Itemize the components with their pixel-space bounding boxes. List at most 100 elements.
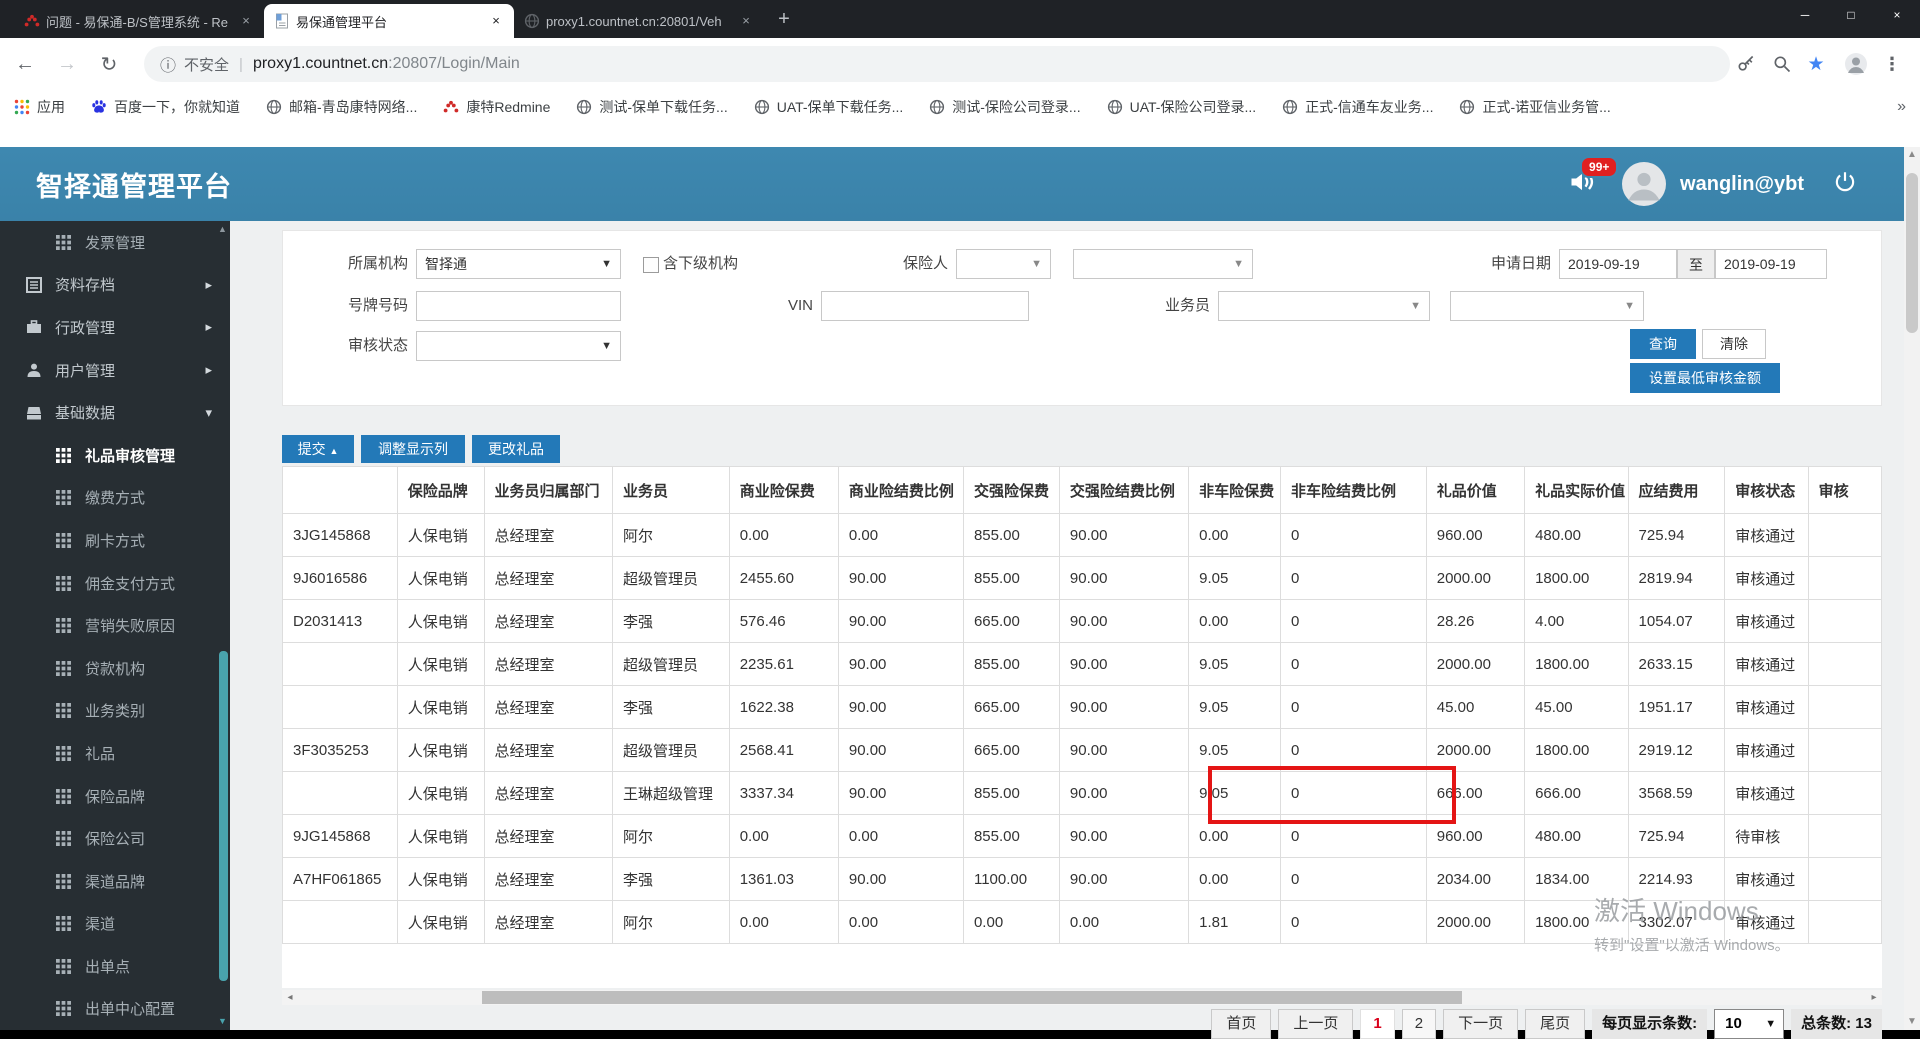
sidebar-item-保险品牌[interactable]: 保险品牌 [0,775,230,818]
table-row-3[interactable]: 人保电销 总经理室 超级管理员 2235.61 90.00 855.00 90.00 9.05… [282,642,1882,686]
tab-close-icon[interactable]: × [738,13,754,29]
hscroll-thumb[interactable] [482,991,1462,1004]
sidebar-item-渠道品牌[interactable]: 渠道品牌 [0,860,230,903]
horizontal-scrollbar[interactable]: ◂ ▸ [282,990,1882,1005]
sidebar-scroll-down-icon[interactable]: ▼ [216,1015,229,1028]
zoom-icon[interactable] [1770,52,1794,76]
user-avatar[interactable] [1622,162,1667,206]
adjust-columns-button[interactable]: 调整显示列 [361,435,465,463]
page-scroll-down-icon[interactable]: ▼ [1904,1014,1920,1030]
sidebar-item-刷卡方式[interactable]: 刷卡方式 [0,519,230,562]
page-number-2[interactable]: 2 [1401,1009,1437,1039]
sidebar-item-业务类别[interactable]: 业务类别 [0,690,230,733]
set-min-audit-button[interactable]: 设置最低审核金额 [1630,363,1780,393]
submit-button[interactable]: 提交 ▲ [282,435,354,463]
sidebar-item-佣金支付方式[interactable]: 佣金支付方式 [0,562,230,605]
date-from-input[interactable] [1559,249,1677,279]
table-row-2[interactable]: D2031413 人保电销 总经理室 李强 576.46 90.00 665.00 90.00… [282,599,1882,643]
page-number-1[interactable]: 1 [1360,1009,1395,1039]
bookmark-item-6[interactable]: 测试-保险公司登录... [929,97,1081,117]
sidebar-scrollbar-thumb[interactable] [219,651,228,981]
browser-tab-2[interactable]: proxy1.countnet.cn:20801/Veh × [514,4,764,38]
profile-avatar-icon[interactable] [1844,52,1868,76]
watermark-line2: 转到"设置"以激活 Windows。 [1594,937,1790,954]
bookmark-item-4[interactable]: 测试-保单下载任务... [576,97,728,117]
table-row-1[interactable]: 9J6016586 人保电销 总经理室 超级管理员 2455.60 90.00 855.00… [282,556,1882,600]
sidebar-item-资料存档[interactable]: 资料存档 ▸ [0,264,230,307]
sidebar-scroll-up-icon[interactable]: ▲ [216,223,229,236]
hscroll-left-icon[interactable]: ◂ [282,990,298,1005]
back-icon[interactable]: ← [8,47,42,81]
maximize-button[interactable]: □ [1828,0,1874,30]
sidebar-item-缴费方式[interactable]: 缴费方式 [0,477,230,520]
bookmark-item-8[interactable]: 正式-信通车友业务... [1282,97,1433,117]
select-caret-icon: ▼ [1765,1018,1777,1030]
browser-tab-0[interactable]: 问题 - 易保通-B/S管理系统 - Re × [14,4,264,38]
salesman-select-1[interactable]: ▼ [1218,291,1430,321]
address-bar[interactable]: ⓘ 不安全 | proxy1.countnet.cn :20807/Login/… [144,46,1730,82]
sidebar-item-营销失败原因[interactable]: 营销失败原因 [0,604,230,647]
plate-input[interactable] [416,291,621,321]
table-row-6[interactable]: 人保电销 总经理室 王琳超级管理 3337.34 90.00 855.00 90.00 9.0… [282,771,1882,815]
sidebar-item-渠道[interactable]: 渠道 [0,903,230,946]
tab-close-icon[interactable]: × [488,13,504,29]
minimize-button[interactable]: ─ [1782,0,1828,30]
pagination-尾页[interactable]: 尾页 [1525,1009,1586,1039]
table-row-4[interactable]: 人保电销 总经理室 李强 1622.38 90.00 665.00 90.00 9.05 0 45… [282,685,1882,729]
logout-power-icon[interactable] [1832,169,1858,200]
sidebar-item-贷款机构[interactable]: 贷款机构 [0,647,230,690]
forward-icon[interactable]: → [50,47,84,81]
sidebar-item-礼品[interactable]: 礼品 [0,732,230,775]
sidebar-item-保险公司[interactable]: 保险公司 [0,817,230,860]
refresh-icon[interactable]: ↻ [92,47,126,81]
pagination-上一页[interactable]: 上一页 [1278,1009,1354,1039]
bookmark-item-5[interactable]: UAT-保单下载任务... [754,97,903,117]
sidebar-item-用户管理[interactable]: 用户管理 ▸ [0,349,230,392]
notification-speaker[interactable]: 99+ [1568,155,1619,201]
key-icon[interactable] [1734,52,1758,76]
bookmark-item-9[interactable]: 正式-诺亚信业务管... [1459,97,1611,117]
menu-dots-icon[interactable]: ⋮ [1880,52,1904,76]
page-scroll-up-icon[interactable]: ▲ [1904,147,1920,163]
table-row-7[interactable]: 9JG145868 人保电销 总经理室 阿尔 0.00 0.00 855.00 90.00 0.… [282,814,1882,858]
page-scrollbar-thumb[interactable] [1906,173,1918,333]
sidebar-item-label: 佣金支付方式 [85,575,176,593]
sidebar-item-出单中心配置[interactable]: 出单中心配置 [0,988,230,1031]
org-select[interactable]: 智择通 ▼ [416,249,621,279]
salesman-select-2[interactable]: ▼ [1450,291,1644,321]
bookmark-item-2[interactable]: 邮箱-青岛康特网络... [266,97,417,117]
bookmark-item-1[interactable]: 百度一下，你就知道 [91,97,240,117]
browser-tab-1[interactable]: 易保通管理平台 × [264,4,514,38]
sidebar-item-行政管理[interactable]: 行政管理 ▸ [0,306,230,349]
tab-close-icon[interactable]: × [238,13,254,29]
table-row-5[interactable]: 3F3035253 人保电销 总经理室 超级管理员 2568.41 90.00 665.00… [282,728,1882,772]
insurer-select-2[interactable]: ▼ [1073,249,1253,279]
audit-status-select[interactable]: ▼ [416,331,621,361]
pagination-下一页[interactable]: 下一页 [1443,1009,1519,1039]
search-button[interactable]: 查询 [1630,329,1696,359]
per-page-select[interactable]: 10 ▼ [1714,1009,1785,1039]
new-tab-button[interactable]: + [770,6,798,34]
page-scrollbar[interactable]: ▲ ▼ [1904,147,1920,1030]
info-icon[interactable]: ⓘ [160,52,176,76]
vin-input[interactable] [821,291,1029,321]
clear-button[interactable]: 清除 [1702,329,1766,359]
hscroll-right-icon[interactable]: ▸ [1866,990,1882,1005]
insurer-select-1[interactable]: ▼ [956,249,1051,279]
sidebar-item-出单点[interactable]: 出单点 [0,945,230,988]
sidebar-item-基础数据[interactable]: 基础数据 ▾ [0,391,230,434]
include-sub-checkbox[interactable] [643,257,659,273]
bookmark-item-3[interactable]: 康特Redmine [443,97,550,117]
sidebar-item-发票管理[interactable]: 发票管理 [0,221,230,264]
bookmarks-overflow-icon[interactable]: » [1897,98,1906,116]
table-cell: 2235.61 [728,642,839,686]
change-gift-button[interactable]: 更改礼品 [472,435,560,463]
bookmark-star-icon[interactable]: ★ [1804,52,1828,76]
table-row-0[interactable]: 3JG145868 人保电销 总经理室 阿尔 0.00 0.00 855.00 90.00 0.… [282,513,1882,557]
pagination-首页[interactable]: 首页 [1211,1009,1272,1039]
bookmark-item-0[interactable]: 应用 [14,97,65,117]
date-to-input[interactable] [1715,249,1827,279]
close-button[interactable]: × [1874,0,1920,30]
sidebar-item-礼品审核管理[interactable]: 礼品审核管理 [0,434,230,477]
bookmark-item-7[interactable]: UAT-保险公司登录... [1107,97,1256,117]
